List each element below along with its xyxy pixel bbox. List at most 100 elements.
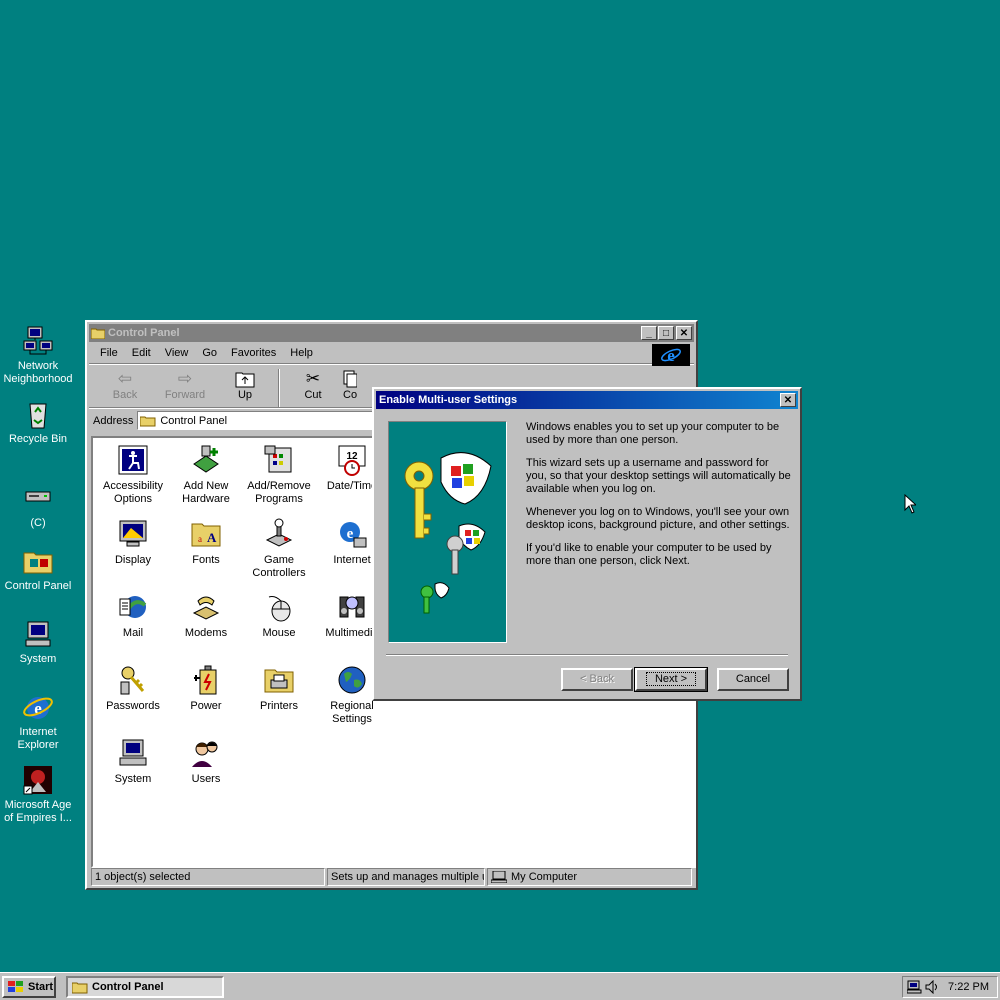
cancel-button[interactable]: Cancel bbox=[717, 668, 789, 691]
svg-text:A: A bbox=[207, 530, 217, 545]
desktop-icon-drive-c[interactable]: (C) bbox=[2, 482, 74, 530]
maximize-button[interactable]: □ bbox=[658, 326, 674, 340]
address-label: Address bbox=[93, 414, 134, 427]
next-button[interactable]: Next > bbox=[634, 667, 708, 692]
desktop-icon-recycle-bin[interactable]: Recycle Bin bbox=[2, 398, 74, 446]
drive-icon bbox=[25, 491, 51, 502]
desktop-icon-system[interactable]: System bbox=[2, 618, 74, 666]
menu-file[interactable]: File bbox=[93, 347, 125, 359]
wizard-text: Windows enables you to set up your compu… bbox=[526, 421, 791, 578]
cp-item-label: Multimedia bbox=[325, 627, 379, 639]
menu-edit[interactable]: Edit bbox=[125, 347, 158, 359]
menu-view[interactable]: View bbox=[158, 347, 196, 359]
cp-titlebar[interactable]: Control Panel _ □ ✕ bbox=[89, 324, 694, 342]
desktop-icon-network-neighborhood[interactable]: Network Neighborhood bbox=[2, 325, 74, 386]
menu-favorites[interactable]: Favorites bbox=[224, 347, 283, 359]
dialog-close-button[interactable]: ✕ bbox=[780, 393, 796, 407]
mouse-icon bbox=[268, 596, 291, 622]
back-button[interactable]: < Back bbox=[561, 668, 633, 691]
clock[interactable]: 7:22 PM bbox=[948, 981, 989, 993]
cp-item-passwords[interactable]: Passwords bbox=[97, 664, 169, 713]
copy-icon bbox=[343, 369, 373, 389]
cp-item-fonts[interactable]: Aa Fonts bbox=[170, 518, 242, 567]
cp-item-label: Mouse bbox=[262, 627, 296, 639]
cp-item-label: Users bbox=[191, 773, 221, 785]
cp-item-label: System bbox=[114, 773, 152, 785]
cp-item-add-new-hardware[interactable]: Add New Hardware bbox=[170, 444, 242, 506]
status-zone-label: My Computer bbox=[511, 871, 578, 883]
desktop-icon-label: Control Panel bbox=[4, 580, 72, 592]
up-folder-icon bbox=[215, 369, 275, 389]
cp-item-add-remove-programs[interactable]: Add/Remove Programs bbox=[243, 444, 315, 506]
minimize-icon: _ bbox=[646, 327, 652, 339]
desktop-icon-control-panel[interactable]: Control Panel bbox=[2, 545, 74, 593]
desktop-icon-internet-explorer[interactable]: e Internet Explorer bbox=[2, 691, 74, 752]
cp-item-mouse[interactable]: Mouse bbox=[243, 591, 315, 640]
desktop-icon-label: Internet Explorer bbox=[17, 726, 59, 751]
control-panel-icon bbox=[91, 328, 105, 339]
up-button[interactable]: Up bbox=[215, 369, 275, 401]
cp-item-mail[interactable]: Mail bbox=[97, 591, 169, 640]
cut-button[interactable]: ✂ Cut bbox=[283, 369, 343, 401]
mail-icon bbox=[119, 596, 147, 618]
users-icon bbox=[192, 741, 218, 767]
scissors-icon: ✂ bbox=[305, 369, 321, 388]
dialog-title: Enable Multi-user Settings bbox=[379, 394, 518, 406]
control-panel-icon bbox=[140, 416, 156, 426]
recycle-bin-icon bbox=[29, 403, 47, 429]
network-tray-icon[interactable] bbox=[907, 980, 923, 994]
cp-item-label: Passwords bbox=[106, 700, 160, 712]
ie-throbber: e bbox=[652, 344, 690, 366]
minimize-button[interactable]: _ bbox=[641, 326, 657, 340]
start-label: Start bbox=[28, 981, 54, 993]
menu-help[interactable]: Help bbox=[283, 347, 320, 359]
forward-arrow-icon: ⇨ bbox=[177, 369, 193, 388]
svg-text:a: a bbox=[198, 534, 202, 544]
start-button[interactable]: Start bbox=[2, 976, 56, 998]
system-icon bbox=[119, 739, 147, 766]
dialog-titlebar[interactable]: Enable Multi-user Settings ✕ bbox=[376, 391, 798, 409]
fonts-icon: Aa bbox=[191, 523, 221, 547]
taskbar-item-control-panel[interactable]: Control Panel bbox=[66, 976, 224, 998]
status-zone: My Computer bbox=[487, 868, 692, 886]
mouse-cursor-icon bbox=[904, 494, 916, 514]
forward-button[interactable]: ⇨ Forward bbox=[155, 369, 215, 401]
multi-user-wizard-dialog[interactable]: Enable Multi-user Settings ✕ Windows ena… bbox=[372, 387, 802, 701]
wizard-illustration bbox=[388, 421, 507, 643]
cp-item-label: Fonts bbox=[192, 554, 220, 566]
internet-icon: e bbox=[340, 522, 367, 548]
cp-item-power[interactable]: Power bbox=[170, 664, 242, 713]
menu-go[interactable]: Go bbox=[195, 347, 224, 359]
address-value: Control Panel bbox=[160, 414, 228, 427]
cp-item-system[interactable]: System bbox=[97, 737, 169, 786]
close-button[interactable]: ✕ bbox=[676, 326, 692, 340]
cp-item-label: Add New Hardware bbox=[182, 480, 230, 505]
control-panel-icon bbox=[23, 552, 53, 574]
internet-explorer-icon: e bbox=[661, 346, 681, 365]
my-computer-icon bbox=[491, 871, 507, 883]
cp-title: Control Panel bbox=[108, 327, 180, 339]
cp-item-printers[interactable]: Printers bbox=[243, 664, 315, 713]
cp-item-label: Add/Remove Programs bbox=[247, 480, 311, 505]
cp-item-accessibility-options[interactable]: Accessibility Options bbox=[97, 444, 169, 506]
game-controllers-icon bbox=[265, 518, 293, 547]
wizard-paragraph-1: Windows enables you to set up your compu… bbox=[526, 421, 780, 446]
cp-item-display[interactable]: Display bbox=[97, 518, 169, 567]
cp-item-users[interactable]: Users bbox=[170, 737, 242, 786]
desktop-icon-label: System bbox=[19, 653, 57, 665]
volume-icon[interactable] bbox=[925, 980, 939, 994]
toolbar-separator bbox=[278, 369, 280, 407]
add-hardware-icon bbox=[193, 445, 219, 473]
up-label: Up bbox=[237, 389, 253, 401]
system-icon bbox=[25, 621, 51, 647]
cp-item-label: Date/Time bbox=[326, 480, 378, 492]
copy-button[interactable]: Co bbox=[343, 369, 373, 401]
cp-item-label: Accessibility Options bbox=[103, 480, 163, 505]
desktop-icon-age-of-empires[interactable]: Microsoft Age of Empires I... bbox=[2, 764, 74, 825]
cp-item-modems[interactable]: Modems bbox=[170, 591, 242, 640]
cp-item-game-controllers[interactable]: Game Controllers bbox=[243, 518, 315, 580]
windows-logo-icon bbox=[8, 981, 23, 992]
desktop-icon-label: Microsoft Age of Empires I... bbox=[4, 799, 72, 824]
control-panel-icon bbox=[72, 982, 88, 993]
back-button[interactable]: ⇦ Back bbox=[95, 369, 155, 401]
